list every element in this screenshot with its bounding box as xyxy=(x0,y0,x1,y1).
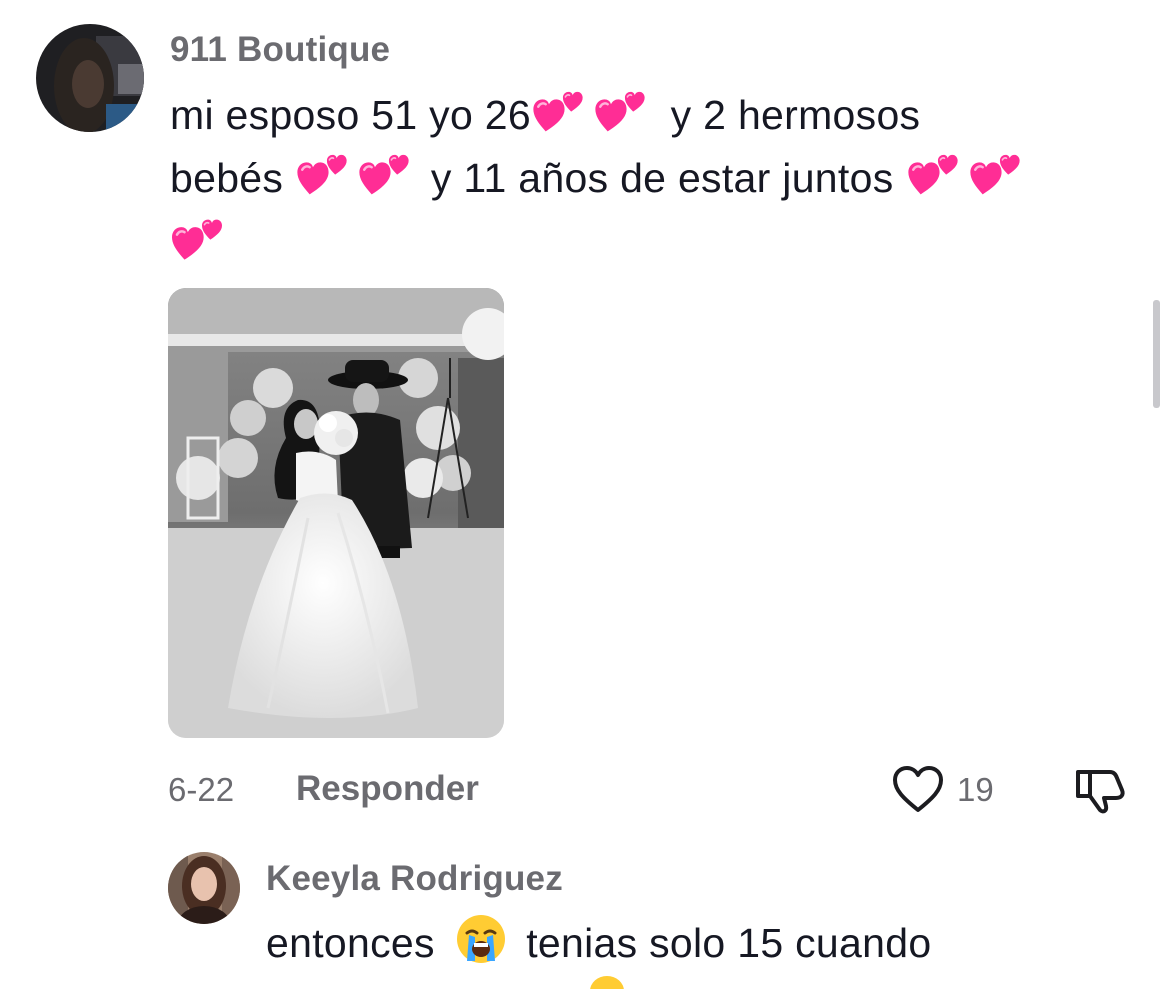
reply-text-line-1: entonces tenias solo 15 cuando xyxy=(266,912,931,974)
comment-text-segment: mi esposo 51 yo 26 xyxy=(170,92,531,138)
two-hearts-icon xyxy=(595,87,645,133)
reply-text-segment: entonces xyxy=(266,920,435,966)
reply-text-segment: tenias solo 15 cuando xyxy=(526,920,932,966)
dislike-button[interactable] xyxy=(1070,766,1126,814)
two-hearts-icon xyxy=(359,150,409,196)
reply-text-overflow xyxy=(268,976,688,989)
comment-text-segment: y 2 hermosos xyxy=(670,92,921,138)
two-hearts-icon xyxy=(172,212,222,264)
comment-text-line-1: mi esposo 51 yo 26 y 2 hermosos xyxy=(170,84,920,146)
comment-text-segment: bebés xyxy=(170,155,284,201)
scrollbar[interactable] xyxy=(1153,300,1160,408)
comment-text-line-3 xyxy=(172,212,222,269)
loudly-crying-face-icon xyxy=(456,915,505,963)
reply-avatar[interactable] xyxy=(168,852,240,924)
two-hearts-icon xyxy=(297,150,347,196)
two-hearts-icon xyxy=(533,87,583,133)
reply-button[interactable]: Responder xyxy=(296,769,479,809)
comment-date: 6-22 xyxy=(168,771,235,808)
two-hearts-icon xyxy=(908,150,958,196)
comment-photo[interactable] xyxy=(168,288,504,738)
thumbs-down-icon xyxy=(1076,770,1125,814)
avatar[interactable] xyxy=(36,24,144,132)
like-count: 19 xyxy=(957,771,994,808)
reply-username[interactable]: Keeyla Rodriguez xyxy=(266,859,563,899)
comment-text-line-2: bebés y 11 años de estar juntos xyxy=(170,147,1026,209)
heart-outline-icon xyxy=(893,766,943,812)
like-button[interactable] xyxy=(891,764,945,814)
two-hearts-icon xyxy=(970,150,1020,196)
comment-text-segment: y 11 años de estar juntos xyxy=(430,155,894,201)
comment-username[interactable]: 911 Boutique xyxy=(170,30,390,70)
